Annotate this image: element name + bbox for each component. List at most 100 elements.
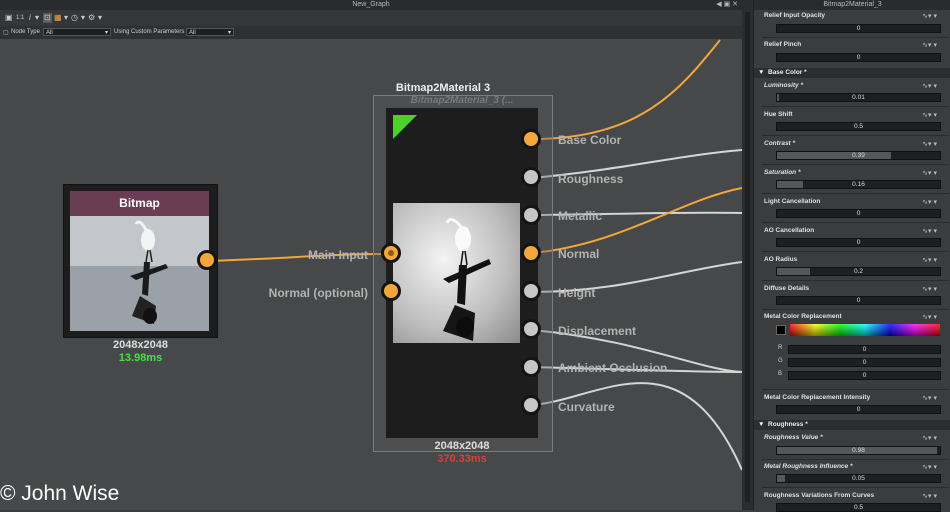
roughness-variations-slider[interactable]: 0.5 (776, 503, 941, 512)
relief-pinch-label: Relief Pinch (764, 41, 802, 48)
slider-value: 0.5 (853, 504, 864, 511)
bitmap-thumbnail (70, 216, 209, 331)
r-channel-slider[interactable]: 0 (788, 345, 941, 354)
wire-base-color (531, 39, 721, 140)
g-channel-slider[interactable]: 0 (788, 358, 941, 367)
main-input-port[interactable] (381, 243, 401, 263)
output-port-ambient-occlusion[interactable] (521, 357, 541, 377)
output-label-normal: Normal (558, 247, 600, 261)
diffuse-details-slider[interactable]: 0 (776, 296, 941, 305)
contrast-label: Contrast * (764, 140, 796, 147)
panel-title: Bitmap2Material_3 (823, 1, 882, 8)
param-options-icon[interactable]: ∿▾ ▾ (922, 227, 937, 235)
output-port-roughness[interactable] (521, 167, 541, 187)
param-options-icon[interactable]: ∿▾ ▾ (922, 111, 937, 119)
base-color-section-label: Base Color * (768, 69, 807, 76)
param-options-icon[interactable]: ∿▾ ▾ (922, 463, 937, 471)
contrast-slider[interactable]: 0.39 (776, 151, 941, 160)
relief-input-opacity-label: Relief Input Opacity (764, 12, 826, 19)
output-port-normal[interactable] (521, 243, 541, 263)
scrollbar-track[interactable] (745, 12, 750, 502)
output-label-height: Height (558, 286, 596, 300)
parameters-panel: Bitmap2Material_3 Relief Input Opacity ∿… (753, 0, 950, 512)
metal-roughness-influence-label: Metal Roughness Influence * (764, 463, 853, 470)
output-label-base-color: Base Color (558, 133, 622, 147)
relief-pinch-slider[interactable]: 0 (776, 53, 941, 62)
slider-value: 0.16 (852, 181, 865, 188)
g-channel-label: G (778, 358, 783, 364)
b-channel-slider[interactable]: 0 (788, 371, 941, 380)
roughness-value-slider[interactable]: 0.98 (776, 446, 941, 455)
divider (762, 309, 949, 310)
slider-value: 0 (862, 372, 867, 379)
b2m-compute-time: 370.33ms (437, 453, 487, 465)
copyright-watermark: © John Wise (0, 482, 120, 505)
divider (762, 251, 949, 252)
node-status-flag-icon (393, 115, 417, 139)
panel-splitter[interactable] (742, 0, 753, 510)
hue-shift-slider[interactable]: 0.5 (776, 122, 941, 131)
param-options-icon[interactable]: ∿▾ ▾ (922, 434, 937, 442)
divider (762, 459, 949, 460)
output-port-metallic[interactable] (521, 205, 541, 225)
base-color-section-header[interactable]: ▼ Base Color * (754, 68, 950, 78)
light-cancellation-label: Light Cancellation (764, 198, 821, 205)
divider (762, 280, 949, 281)
output-port-height[interactable] (521, 281, 541, 301)
color-spectrum-picker[interactable] (790, 324, 940, 336)
param-options-icon[interactable]: ∿▾ ▾ (922, 82, 937, 90)
metal-color-replacement-label: Metal Color Replacement (764, 313, 842, 320)
slider-value: 0 (856, 406, 861, 413)
param-options-icon[interactable]: ∿▾ ▾ (922, 12, 937, 20)
b2m-resolution: 2048x2048 (434, 440, 490, 452)
color-swatch[interactable] (776, 325, 786, 335)
light-cancellation-slider[interactable]: 0 (776, 209, 941, 218)
graph-editor[interactable]: New_Graph ◀ ▣ ✕ ▣ 1:1 i ▾ ⊡ ▦ ▾ ◷ ▾ ⚙ ▾ … (0, 0, 742, 510)
b2m-thumbnail (393, 203, 520, 343)
relief-input-opacity-slider[interactable]: 0 (776, 24, 941, 33)
bitmap-output-port[interactable] (197, 250, 217, 270)
param-options-icon[interactable]: ∿▾ ▾ (922, 256, 937, 264)
divider (762, 487, 949, 488)
metal-roughness-influence-slider[interactable]: 0.05 (776, 474, 941, 483)
metal-color-intensity-slider[interactable]: 0 (776, 405, 941, 414)
slider-value: 0 (856, 297, 861, 304)
luminosity-slider[interactable]: 0.01 (776, 93, 941, 102)
slider-value: 0.5 (853, 123, 864, 130)
param-options-icon[interactable]: ∿▾ ▾ (922, 198, 937, 206)
connected-dot-icon (388, 250, 394, 256)
normal-optional-input-label: Normal (optional) (268, 286, 368, 300)
param-options-icon[interactable]: ∿▾ ▾ (922, 394, 937, 402)
ao-cancellation-slider[interactable]: 0 (776, 238, 941, 247)
slider-value: 0 (856, 54, 861, 61)
divider (762, 193, 949, 194)
slider-value: 0 (862, 359, 867, 366)
param-options-icon[interactable]: ∿▾ ▾ (922, 41, 937, 49)
wire-curvature (531, 382, 742, 471)
slider-value: 0 (862, 346, 867, 353)
param-options-icon[interactable]: ∿▾ ▾ (922, 169, 937, 177)
output-label-roughness: Roughness (558, 172, 624, 186)
output-port-displacement[interactable] (521, 319, 541, 339)
saturation-slider[interactable]: 0.16 (776, 180, 941, 189)
output-label-curvature: Curvature (558, 400, 615, 414)
roughness-section-header[interactable]: ▼ Roughness * (754, 420, 950, 430)
param-options-icon[interactable]: ∿▾ ▾ (922, 140, 937, 148)
egret-grayscale-image (443, 218, 491, 341)
collapse-arrow-icon: ▼ (758, 69, 765, 76)
metal-color-intensity-label: Metal Color Replacement Intensity (764, 394, 871, 401)
egret-photo-image (70, 216, 209, 331)
saturation-label: Saturation * (764, 169, 801, 176)
output-port-base-color[interactable] (521, 129, 541, 149)
roughness-value-label: Roughness Value * (764, 434, 823, 441)
b2m-node-title: Bitmap2Material 3 (395, 82, 491, 94)
ao-radius-slider[interactable]: 0.2 (776, 267, 941, 276)
normal-optional-input-port[interactable] (381, 281, 401, 301)
output-port-curvature[interactable] (521, 395, 541, 415)
param-options-icon[interactable]: ∿▾ ▾ (922, 285, 937, 293)
output-label-ambient-occlusion: Ambient Occlusion (558, 361, 668, 375)
bitmap-node-title: Bitmap (70, 191, 209, 216)
bitmap-node[interactable]: Bitmap (63, 184, 218, 338)
param-options-icon[interactable]: ∿▾ ▾ (922, 313, 937, 321)
param-options-icon[interactable]: ∿▾ ▾ (922, 492, 937, 500)
